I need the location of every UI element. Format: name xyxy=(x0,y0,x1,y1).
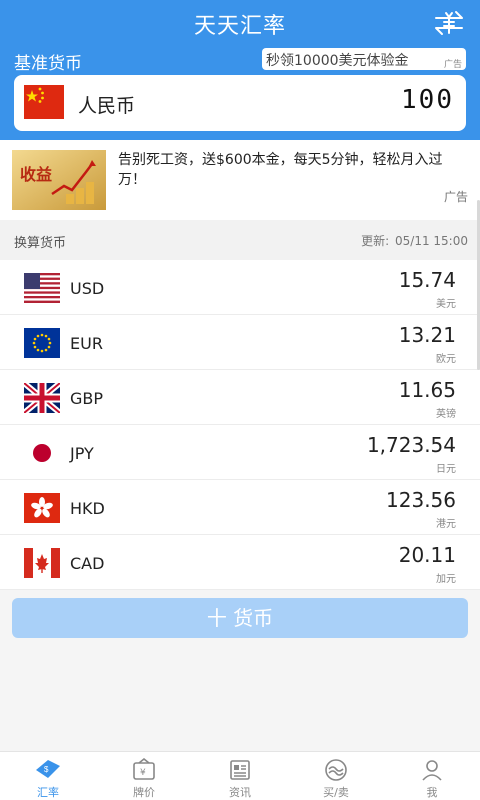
tab-bar: $ 汇率 ¥ 牌价 资讯 买/卖 我 xyxy=(0,751,480,800)
ad-text: 告别死工资，送$600本金，每天5分钟，轻松月入过万！ xyxy=(118,152,443,188)
update-time: 更新: 05/11 15:00 xyxy=(359,232,468,249)
uk-flag-icon xyxy=(22,380,62,416)
currency-row-hkd[interactable]: HKD 123.56 港元 xyxy=(0,480,480,535)
ad-image: 收益 xyxy=(12,150,106,210)
tab-label: 牌价 xyxy=(133,786,155,799)
section-title: 换算货币 xyxy=(14,236,67,251)
currency-unit: 欧元 xyxy=(436,354,456,365)
currency-code: GBP xyxy=(70,389,104,408)
currency-value: 20.11 xyxy=(398,543,456,567)
china-flag-icon xyxy=(24,85,64,119)
japan-flag-icon xyxy=(24,438,60,468)
currency-code: HKD xyxy=(70,499,105,518)
currency-unit: 英镑 xyxy=(436,409,456,420)
currency-row-gbp[interactable]: GBP 11.65 英镑 xyxy=(0,370,480,425)
currency-row-eur[interactable]: EUR 13.21 欧元 xyxy=(0,315,480,370)
promo-text: 秒领10000美元体验金 xyxy=(266,53,409,69)
tab-label: 汇率 xyxy=(37,786,59,799)
news-icon xyxy=(226,758,254,782)
currency-value: 15.74 xyxy=(398,268,456,292)
section-header: 换算货币 更新: 05/11 15:00 xyxy=(0,220,480,260)
currency-code: JPY xyxy=(70,444,94,463)
base-currency-label: 基准货币 xyxy=(14,54,82,74)
svg-text:¥: ¥ xyxy=(140,768,146,778)
price-board-icon: ¥ xyxy=(130,757,158,782)
svg-text:$: $ xyxy=(44,765,49,774)
currency-row-jpy[interactable]: JPY 1,723.54 日元 xyxy=(0,425,480,480)
tab-news[interactable]: 资讯 xyxy=(192,752,288,800)
currency-value: 1,723.54 xyxy=(366,433,456,457)
currency-unit: 港元 xyxy=(436,519,456,530)
tab-trade[interactable]: 买/卖 xyxy=(288,752,384,800)
canada-flag-icon xyxy=(24,548,60,578)
currency-row-usd[interactable]: USD 15.74 美元 xyxy=(0,260,480,315)
update-label: 更新: xyxy=(361,234,390,248)
currency-value: 123.56 xyxy=(386,488,456,512)
ad-label: 广告 xyxy=(443,190,468,204)
currency-code: EUR xyxy=(70,334,103,353)
add-currency-button[interactable]: 十 货币 xyxy=(12,598,468,638)
app-title: 天天汇率 xyxy=(193,14,286,39)
profile-icon xyxy=(418,758,446,782)
tab-price-board[interactable]: ¥ 牌价 xyxy=(96,752,192,800)
currency-unit: 日元 xyxy=(436,464,456,475)
currency-unit: 加元 xyxy=(436,574,456,585)
tab-profile[interactable]: 我 xyxy=(384,752,480,800)
hongkong-flag-icon xyxy=(24,493,60,523)
tab-label: 资讯 xyxy=(229,786,251,799)
currency-list: USD 15.74 美元 EUR 13.21 欧元 GBP 11.65 英镑 J… xyxy=(0,260,480,590)
base-currency-name: 人民币 xyxy=(78,95,136,117)
update-time-value: 05/11 15:00 xyxy=(395,234,468,248)
promo-ad-tag: 广告 xyxy=(443,60,462,70)
usa-flag-icon xyxy=(24,273,60,303)
trade-icon xyxy=(322,758,350,782)
currency-row-cad[interactable]: CAD 20.11 加元 xyxy=(0,535,480,590)
promo-link[interactable]: 秒领10000美元体验金 广告 xyxy=(262,48,466,70)
tab-label: 买/卖 xyxy=(323,786,349,799)
currency-unit: 美元 xyxy=(436,299,456,310)
base-amount-input[interactable]: 100 xyxy=(401,85,454,115)
currency-value: 13.21 xyxy=(398,323,456,347)
ad-image-text: 收益 xyxy=(20,165,52,184)
currency-code: USD xyxy=(70,279,105,298)
tab-label: 我 xyxy=(426,786,438,799)
exchange-rate-icon: $ xyxy=(34,758,62,782)
header: 天天汇率 基准货币 秒领10000美元体验金 广告 人民币 100 xyxy=(0,0,480,140)
ad-banner[interactable]: 收益 告别死工资，送$600本金，每天5分钟，轻松月入过万！ 广告 xyxy=(0,140,480,220)
currency-code: CAD xyxy=(70,554,105,573)
tab-exchange-rate[interactable]: $ 汇率 xyxy=(0,752,96,800)
base-currency-card[interactable]: 人民币 100 xyxy=(14,75,466,131)
currency-settings-icon[interactable] xyxy=(432,8,466,38)
currency-value: 11.65 xyxy=(398,378,456,402)
eu-flag-icon xyxy=(24,328,60,358)
